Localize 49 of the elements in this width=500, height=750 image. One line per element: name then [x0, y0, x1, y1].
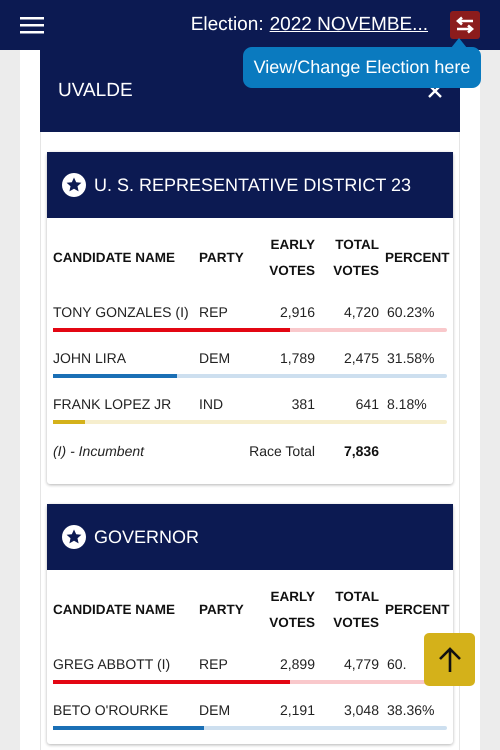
candidate-name: GREG ABBOTT (I) — [53, 656, 172, 672]
early-votes-cell-text: 381 — [290, 396, 315, 412]
early-votes-cell-text: 1,789 — [278, 350, 315, 366]
column-header: PERCENT — [385, 601, 450, 619]
percent-cell-text: 38.36% — [386, 702, 436, 718]
column-header: PARTY — [199, 249, 245, 267]
race-title: U. S. REPRESENTATIVE DISTRICT 23 — [94, 174, 412, 196]
race-title: GOVERNOR — [94, 526, 200, 548]
party-cell-text: DEM — [199, 350, 232, 366]
party-cell-text: REP — [199, 656, 229, 672]
column-header: EARLY VOTES — [268, 588, 315, 632]
race-total-label: Race Total — [249, 443, 315, 459]
total-votes-cell-text: 2,475 — [342, 350, 379, 366]
candidate-name: TONY GONZALES (I) — [53, 304, 190, 320]
column-header: TOTAL VOTES — [332, 588, 379, 632]
menu-icon[interactable] — [20, 15, 44, 35]
early-votes-cell-text: 2,916 — [278, 304, 315, 320]
race-total-value: 7,836 — [342, 443, 379, 459]
column-header: CANDIDATE NAME — [53, 601, 176, 619]
early-votes-cell-text: 2,899 — [278, 656, 315, 672]
total-votes-cell-text: 4,720 — [342, 304, 379, 320]
early-votes-cell-text: 2,191 — [278, 702, 315, 718]
party-cell-text: REP — [199, 304, 229, 320]
county-name: UVALDE — [58, 80, 133, 102]
change-election-button[interactable] — [450, 11, 480, 39]
column-header: PARTY — [199, 601, 245, 619]
column-header: EARLY VOTES — [268, 236, 315, 280]
percent-cell-text: 60. — [386, 656, 408, 672]
incumbent-note: (I) - Incumbent — [53, 443, 146, 459]
percent-cell-text: 8.18% — [386, 396, 428, 412]
tooltip: View/Change Election here — [243, 47, 481, 88]
election-label: Election: — [190, 14, 264, 36]
percent-cell-text: 60.23% — [386, 304, 436, 320]
column-header: PERCENT — [385, 249, 450, 267]
column-header: CANDIDATE NAME — [53, 249, 176, 267]
party-cell-text: IND — [199, 396, 224, 412]
arrow-up-icon — [438, 646, 462, 672]
party-cell-text: DEM — [199, 702, 232, 718]
column-header: TOTAL VOTES — [332, 236, 379, 280]
percent-cell-text: 31.58% — [386, 350, 436, 366]
candidate-name: FRANK LOPEZ JR — [53, 396, 172, 412]
total-votes-cell-text: 641 — [354, 396, 379, 412]
total-votes-cell-text: 4,779 — [342, 656, 379, 672]
scroll-top-button[interactable] — [424, 633, 475, 686]
election-link[interactable]: 2022 NOVEMBE... — [270, 14, 428, 36]
candidate-name: BETO O'ROURKE — [53, 702, 170, 718]
candidate-name: JOHN LIRA — [53, 350, 128, 366]
total-votes-cell-text: 3,048 — [342, 702, 379, 718]
swap-icon — [455, 16, 475, 34]
